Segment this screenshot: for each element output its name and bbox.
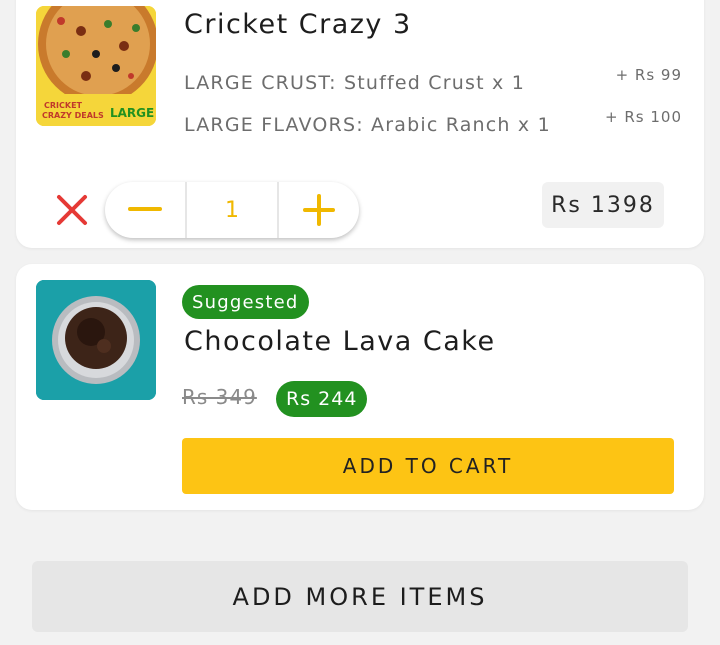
- decrement-button[interactable]: [105, 182, 185, 238]
- pizza-image-text-2: CRAZY DEALS: [42, 111, 104, 120]
- minus-icon: [128, 207, 162, 211]
- original-price: Rs 349: [182, 385, 257, 409]
- quantity-value: 1: [185, 182, 279, 238]
- item-total-price: Rs 1398: [542, 182, 664, 228]
- suggested-item-card: Suggested Chocolate Lava Cake Rs 349 Rs …: [16, 264, 704, 510]
- cart-item-card: CRICKET CRAZY DEALS LARGE Cricket Crazy …: [16, 0, 704, 248]
- pizza-image-text-large: LARGE: [110, 106, 154, 120]
- cart-item-title: Cricket Crazy 3: [184, 9, 412, 40]
- discount-price: Rs 244: [276, 381, 368, 417]
- quantity-stepper: 1: [105, 182, 359, 238]
- plus-icon: [303, 194, 335, 226]
- add-to-cart-button[interactable]: ADD TO CART: [182, 438, 674, 494]
- suggested-item-title: Chocolate Lava Cake: [184, 326, 496, 357]
- pizza-image-text-1: CRICKET: [44, 101, 83, 110]
- increment-button[interactable]: [279, 182, 359, 238]
- suggested-badge: Suggested: [182, 285, 309, 319]
- pizza-image: CRICKET CRAZY DEALS LARGE: [36, 6, 156, 126]
- close-icon: [57, 195, 87, 225]
- lava-cake-image: [36, 280, 156, 400]
- cart-item-option-price: + Rs 99: [615, 66, 682, 84]
- add-more-items-button[interactable]: ADD MORE ITEMS: [32, 561, 688, 632]
- remove-item-button[interactable]: [54, 192, 90, 228]
- cart-item-option: LARGE FLAVORS: Arabic Ranch x 1: [184, 114, 551, 136]
- cart-item-option-price: + Rs 100: [605, 108, 682, 126]
- cart-item-option: LARGE CRUST: Stuffed Crust x 1: [184, 72, 525, 94]
